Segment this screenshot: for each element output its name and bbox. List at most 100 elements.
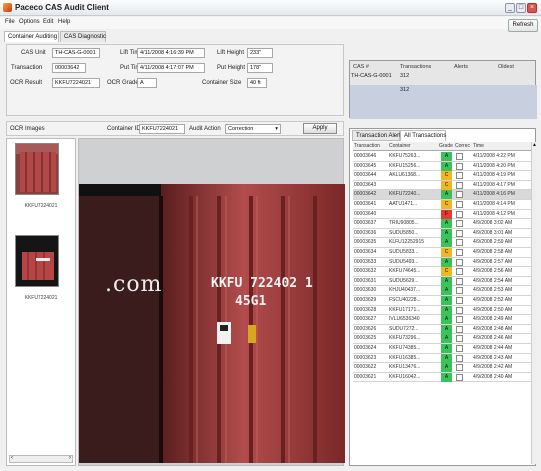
scroll-up-icon[interactable]: ▲ xyxy=(532,142,537,148)
correction-checkbox[interactable] xyxy=(456,287,463,295)
correction-checkbox[interactable] xyxy=(456,229,463,237)
thumbnail-image-1[interactable] xyxy=(15,143,59,195)
correction-checkbox[interactable] xyxy=(456,258,463,266)
table-row[interactable]: 00003644 AKLU61368... C 4/11/2008 4:19 PM xyxy=(353,171,531,181)
cas-header-oldest: Oldest xyxy=(498,64,514,70)
apply-button[interactable]: Apply xyxy=(303,123,337,134)
scroll-right-icon[interactable]: › xyxy=(69,455,71,461)
container-cell: KKFU13476... xyxy=(389,364,421,371)
correction-checkbox[interactable] xyxy=(456,201,463,208)
correction-checkbox[interactable] xyxy=(456,153,463,160)
correction-checkbox[interactable] xyxy=(456,172,463,180)
tab-cas-diagnostic[interactable]: CAS Diagnostic xyxy=(60,31,106,42)
correction-checkbox[interactable] xyxy=(456,210,463,218)
container-photo[interactable]: .com KKFU 722402 1 45G1 xyxy=(79,184,345,463)
table-row[interactable]: 00003632 KKFU74645... C 4/9/2008 2:56 AM xyxy=(353,267,531,277)
audit-action-select[interactable]: Correction ▾ xyxy=(225,124,281,134)
thumbnail-image-2[interactable] xyxy=(15,235,59,287)
correction-checkbox[interactable] xyxy=(456,220,463,228)
minimize-button[interactable]: _ xyxy=(505,3,515,13)
table-row[interactable]: 00003637 TRIU90805... A 4/9/2008 3:02 AM xyxy=(353,219,531,229)
put-height-field[interactable]: 178" xyxy=(247,63,273,73)
table-row[interactable]: 00003628 KKFU17171... A 4/9/2008 2:50 AM xyxy=(353,305,531,316)
correction-checkbox[interactable] xyxy=(456,373,463,381)
cas-unit-cell[interactable]: TH-CAS-G-0001 xyxy=(351,73,392,79)
table-row[interactable]: 00003626 SUDU7272... A 4/9/2008 2:48 AM xyxy=(353,324,531,335)
table-row[interactable]: 00003630 KHJU40437... A 4/9/2008 2:53 AM xyxy=(353,286,531,296)
grid-header-time[interactable]: Time xyxy=(473,143,484,149)
correction-checkbox[interactable] xyxy=(456,268,463,276)
container-cell: FSCU40228... xyxy=(389,297,421,303)
thumbnail-list: KKFU7224021 KKFU7224021 ‹ › xyxy=(6,138,76,466)
container-cell: SUDU5833... xyxy=(389,249,419,255)
ocr-grade-field[interactable]: A xyxy=(137,78,157,88)
table-row[interactable]: 00003640 F 4/11/2008 4:12 PM xyxy=(353,209,531,220)
thumbnail-scrollbar[interactable]: ‹ › xyxy=(9,455,73,463)
grid-header-container[interactable]: Container xyxy=(389,143,411,149)
table-row[interactable]: 00003635 KLFU12252915 A 4/9/2008 2:59 AM xyxy=(353,238,531,248)
correction-checkbox[interactable] xyxy=(456,316,463,324)
correction-checkbox[interactable] xyxy=(456,297,463,304)
correction-checkbox[interactable] xyxy=(456,239,463,247)
transaction-field[interactable]: 00003642 xyxy=(52,63,86,73)
menu-edit[interactable]: Edit xyxy=(43,19,53,25)
correction-checkbox[interactable] xyxy=(456,354,463,362)
table-row[interactable]: 00003636 SUDU5850... A 4/9/2008 3:01 AM xyxy=(353,228,531,239)
table-row[interactable]: 00003629 FSCU40228... A 4/9/2008 2:52 AM xyxy=(353,296,531,306)
ocr-result-field[interactable]: KKFU7224021 xyxy=(52,78,100,88)
table-row[interactable]: 00003627 IVLU6536340 A 4/9/2008 2:49 AM xyxy=(353,315,531,325)
window-title: Paceco CAS Audit Client xyxy=(15,3,109,12)
table-row[interactable]: 00003643 C 4/11/2008 4:17 PM xyxy=(353,180,531,191)
close-button[interactable]: × xyxy=(527,3,537,13)
grid-scrollbar[interactable]: ▲ xyxy=(531,142,537,464)
correction-checkbox[interactable] xyxy=(456,306,463,314)
correction-checkbox[interactable] xyxy=(456,325,463,333)
grid-header-correction[interactable]: Correc xyxy=(455,143,470,149)
tab-container-auditing[interactable]: Container Auditing xyxy=(4,31,59,42)
menu-options[interactable]: Options xyxy=(19,19,40,25)
correction-checkbox[interactable] xyxy=(456,249,463,256)
table-row[interactable]: 00003633 SUDU5493... A 4/9/2008 2:57 AM xyxy=(353,257,531,268)
correction-checkbox[interactable] xyxy=(456,364,463,372)
table-row[interactable]: 00003624 KKFU74385... A 4/9/2008 2:44 AM xyxy=(353,344,531,354)
table-row[interactable]: 00003625 KKFU73296... A 4/9/2008 2:46 AM xyxy=(353,334,531,344)
tab-all-transactions[interactable]: All Transactions xyxy=(400,130,446,141)
table-row[interactable]: 00003631 SUDU5629... A 4/9/2008 2:54 AM xyxy=(353,276,531,287)
grade-cell: A xyxy=(441,286,452,296)
container-cell: TRIU90805... xyxy=(389,220,419,227)
table-row[interactable]: 00003645 KKFU15256... A 4/11/2008 4:20 PM xyxy=(353,161,531,172)
menu-file[interactable]: File xyxy=(5,19,15,25)
correction-checkbox[interactable] xyxy=(456,162,463,170)
time-cell: 4/9/2008 2:44 AM xyxy=(473,345,513,351)
container-size-field[interactable]: 40 ft xyxy=(247,78,267,88)
container-id-field[interactable]: KKFU7224021 xyxy=(139,124,185,134)
cas-transactions-cell[interactable]: 312 xyxy=(400,73,409,79)
lift-time-field[interactable]: 4/11/2008 4:16:39 PM xyxy=(137,48,205,58)
maximize-button[interactable]: □ xyxy=(516,3,526,13)
scroll-left-icon[interactable]: ‹ xyxy=(11,455,13,461)
grid-header-grade[interactable]: Grade xyxy=(439,143,453,149)
table-row[interactable]: 00003622 KKFU13476... A 4/9/2008 2:42 AM xyxy=(353,363,531,373)
lift-height-field[interactable]: 233" xyxy=(247,48,273,58)
thumbnail-label-2: KKFU7224021 xyxy=(24,295,58,301)
tab-transaction-alerts[interactable]: Transaction Alerts xyxy=(352,130,404,141)
table-row[interactable]: 00003646 KKFU75263... A 4/11/2008 4:22 PM xyxy=(353,152,531,162)
grade-cell: A xyxy=(441,276,452,286)
correction-checkbox[interactable] xyxy=(456,191,463,199)
table-row[interactable]: 00003623 KKFU16385... A 4/9/2008 2:43 AM xyxy=(353,353,531,364)
correction-checkbox[interactable] xyxy=(456,277,463,285)
refresh-button[interactable]: Refresh xyxy=(508,19,538,32)
grid-header-transaction[interactable]: Transaction xyxy=(354,143,380,149)
cas-unit-field[interactable]: TH-CAS-G-0001 xyxy=(52,48,100,58)
table-row[interactable]: 00003621 KKFU16042... A 4/9/2008 2:40 AM xyxy=(353,372,531,383)
table-row[interactable]: 00003641 AATU1471... C 4/11/2008 4:14 PM xyxy=(353,200,531,210)
correction-checkbox[interactable] xyxy=(456,335,463,343)
menu-help[interactable]: Help xyxy=(58,19,70,25)
table-row[interactable]: 00003634 SUDU5833... C 4/9/2008 2:58 AM xyxy=(353,248,531,258)
table-row[interactable]: 00003642 KKFU72240... A 4/11/2008 4:16 PM xyxy=(353,190,531,200)
grid-header: Transaction Container Grade Correc Time xyxy=(353,142,531,151)
put-time-field[interactable]: 4/11/2008 4:17:07 PM xyxy=(137,63,205,73)
correction-checkbox[interactable] xyxy=(456,345,463,352)
transaction-cell: 00003629 xyxy=(354,297,377,303)
correction-checkbox[interactable] xyxy=(456,181,463,189)
